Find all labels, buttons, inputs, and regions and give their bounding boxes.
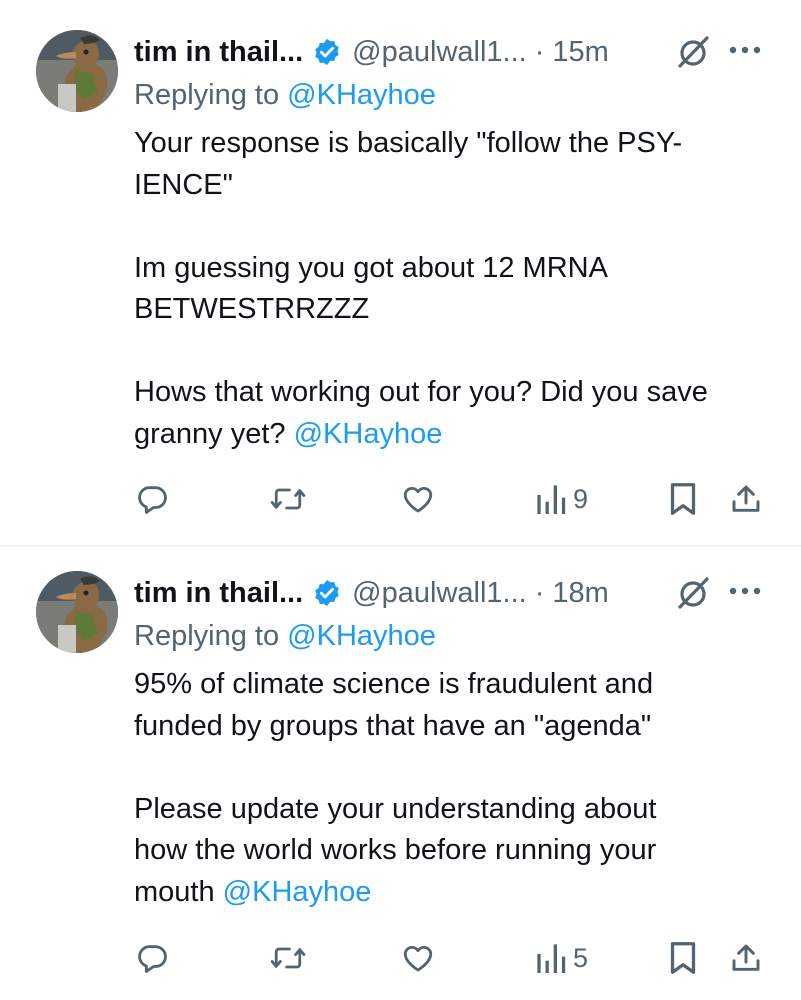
bookmark-button[interactable]	[668, 477, 698, 521]
verified-badge-icon	[315, 38, 339, 66]
display-name[interactable]: tim in thail...	[134, 577, 303, 610]
tweet-text-line: Im guessing you got about 12 MRNA	[134, 251, 608, 284]
three-dots-icon[interactable]	[727, 40, 763, 60]
replying-to: Replying to @KHayhoe	[134, 79, 436, 112]
replying-to-label: Replying to	[134, 620, 288, 652]
heart-outline-icon	[403, 945, 433, 972]
mention-link[interactable]: @KHayhoe	[294, 418, 443, 450]
three-dots-icon[interactable]	[727, 581, 763, 601]
timestamp[interactable]: · 18m	[535, 577, 609, 610]
views-button[interactable]: 9	[536, 477, 588, 521]
views-count: 9	[573, 483, 589, 514]
like-button[interactable]	[401, 477, 435, 521]
tweet-text-line: 95% of climate science is fraudulent and	[134, 668, 654, 700]
speech-bubble-icon	[138, 945, 167, 973]
replying-to: Replying to @KHayhoe	[134, 620, 436, 653]
grok-slash-circle-icon[interactable]	[673, 32, 713, 72]
replying-to-label: Replying to	[134, 79, 288, 111]
tweet-text-line: Your response is basically "follow the P…	[134, 127, 683, 159]
avatar[interactable]	[36, 30, 118, 112]
handle[interactable]: @paulwall1...	[352, 577, 527, 610]
tweet-text-span: granny yet?	[134, 417, 294, 450]
troll-figurine-avatar-icon	[36, 30, 118, 112]
mention-link[interactable]: @KHayhoe	[287, 620, 436, 652]
tweet-text-line: mouth @KHayhoe	[134, 872, 774, 914]
views-count: 5	[573, 942, 589, 973]
tweet[interactable]: tim in thail... @paulwall1... · 18m Repl…	[0, 547, 801, 1000]
tweet-text-line: Please update your understanding about	[134, 792, 657, 825]
bar-chart-icon	[537, 485, 566, 514]
reply-button[interactable]	[135, 477, 169, 521]
bookmark-icon	[670, 483, 696, 515]
tweet-header: tim in thail... @paulwall1... · 15m	[134, 30, 609, 74]
tweet-header: tim in thail... @paulwall1... · 18m	[134, 571, 609, 615]
views-button[interactable]: 5	[536, 936, 588, 980]
verified-badge-icon	[315, 579, 339, 607]
tweet-text-line: how the world works before running your	[134, 834, 657, 866]
repost-arrows-icon	[270, 947, 306, 969]
bar-chart-icon	[537, 944, 566, 973]
grok-slash-circle-icon[interactable]	[673, 573, 713, 613]
bookmark-button[interactable]	[668, 936, 698, 980]
troll-figurine-avatar-icon	[36, 571, 118, 653]
heart-outline-icon	[403, 486, 433, 513]
like-button[interactable]	[401, 936, 435, 980]
timestamp[interactable]: · 15m	[535, 36, 609, 69]
tweet-text-span: mouth	[134, 875, 223, 908]
action-bar: 9	[0, 477, 801, 521]
share-button[interactable]	[730, 936, 762, 980]
bookmark-icon	[670, 942, 696, 974]
action-bar: 5	[0, 936, 801, 980]
tweet-text-line: BETWESTRRZZZ	[134, 293, 370, 325]
tweet-text: 95% of climate science is fraudulent and…	[134, 664, 774, 913]
mention-link[interactable]: @KHayhoe	[223, 876, 372, 908]
share-upload-icon	[732, 944, 760, 971]
reply-button[interactable]	[135, 936, 169, 980]
repost-arrows-icon	[270, 488, 306, 510]
tweet-text-line: IENCE"	[134, 168, 233, 201]
avatar[interactable]	[36, 571, 118, 653]
tweet-text-line: granny yet? @KHayhoe	[134, 414, 774, 456]
handle[interactable]: @paulwall1...	[352, 36, 527, 69]
tweet[interactable]: tim in thail... @paulwall1... · 15m Repl…	[0, 0, 801, 545]
retweet-button[interactable]	[270, 477, 306, 521]
tweet-text-line: funded by groups that have an "agenda"	[134, 709, 652, 742]
tweet-text: Your response is basically "follow the P…	[134, 123, 774, 455]
mention-link[interactable]: @KHayhoe	[287, 79, 436, 111]
speech-bubble-icon	[138, 486, 167, 514]
share-button[interactable]	[730, 477, 762, 521]
tweet-text-line: Hows that working out for you? Did you s…	[134, 376, 708, 408]
display-name[interactable]: tim in thail...	[134, 36, 303, 69]
retweet-button[interactable]	[270, 936, 306, 980]
share-upload-icon	[732, 485, 760, 512]
